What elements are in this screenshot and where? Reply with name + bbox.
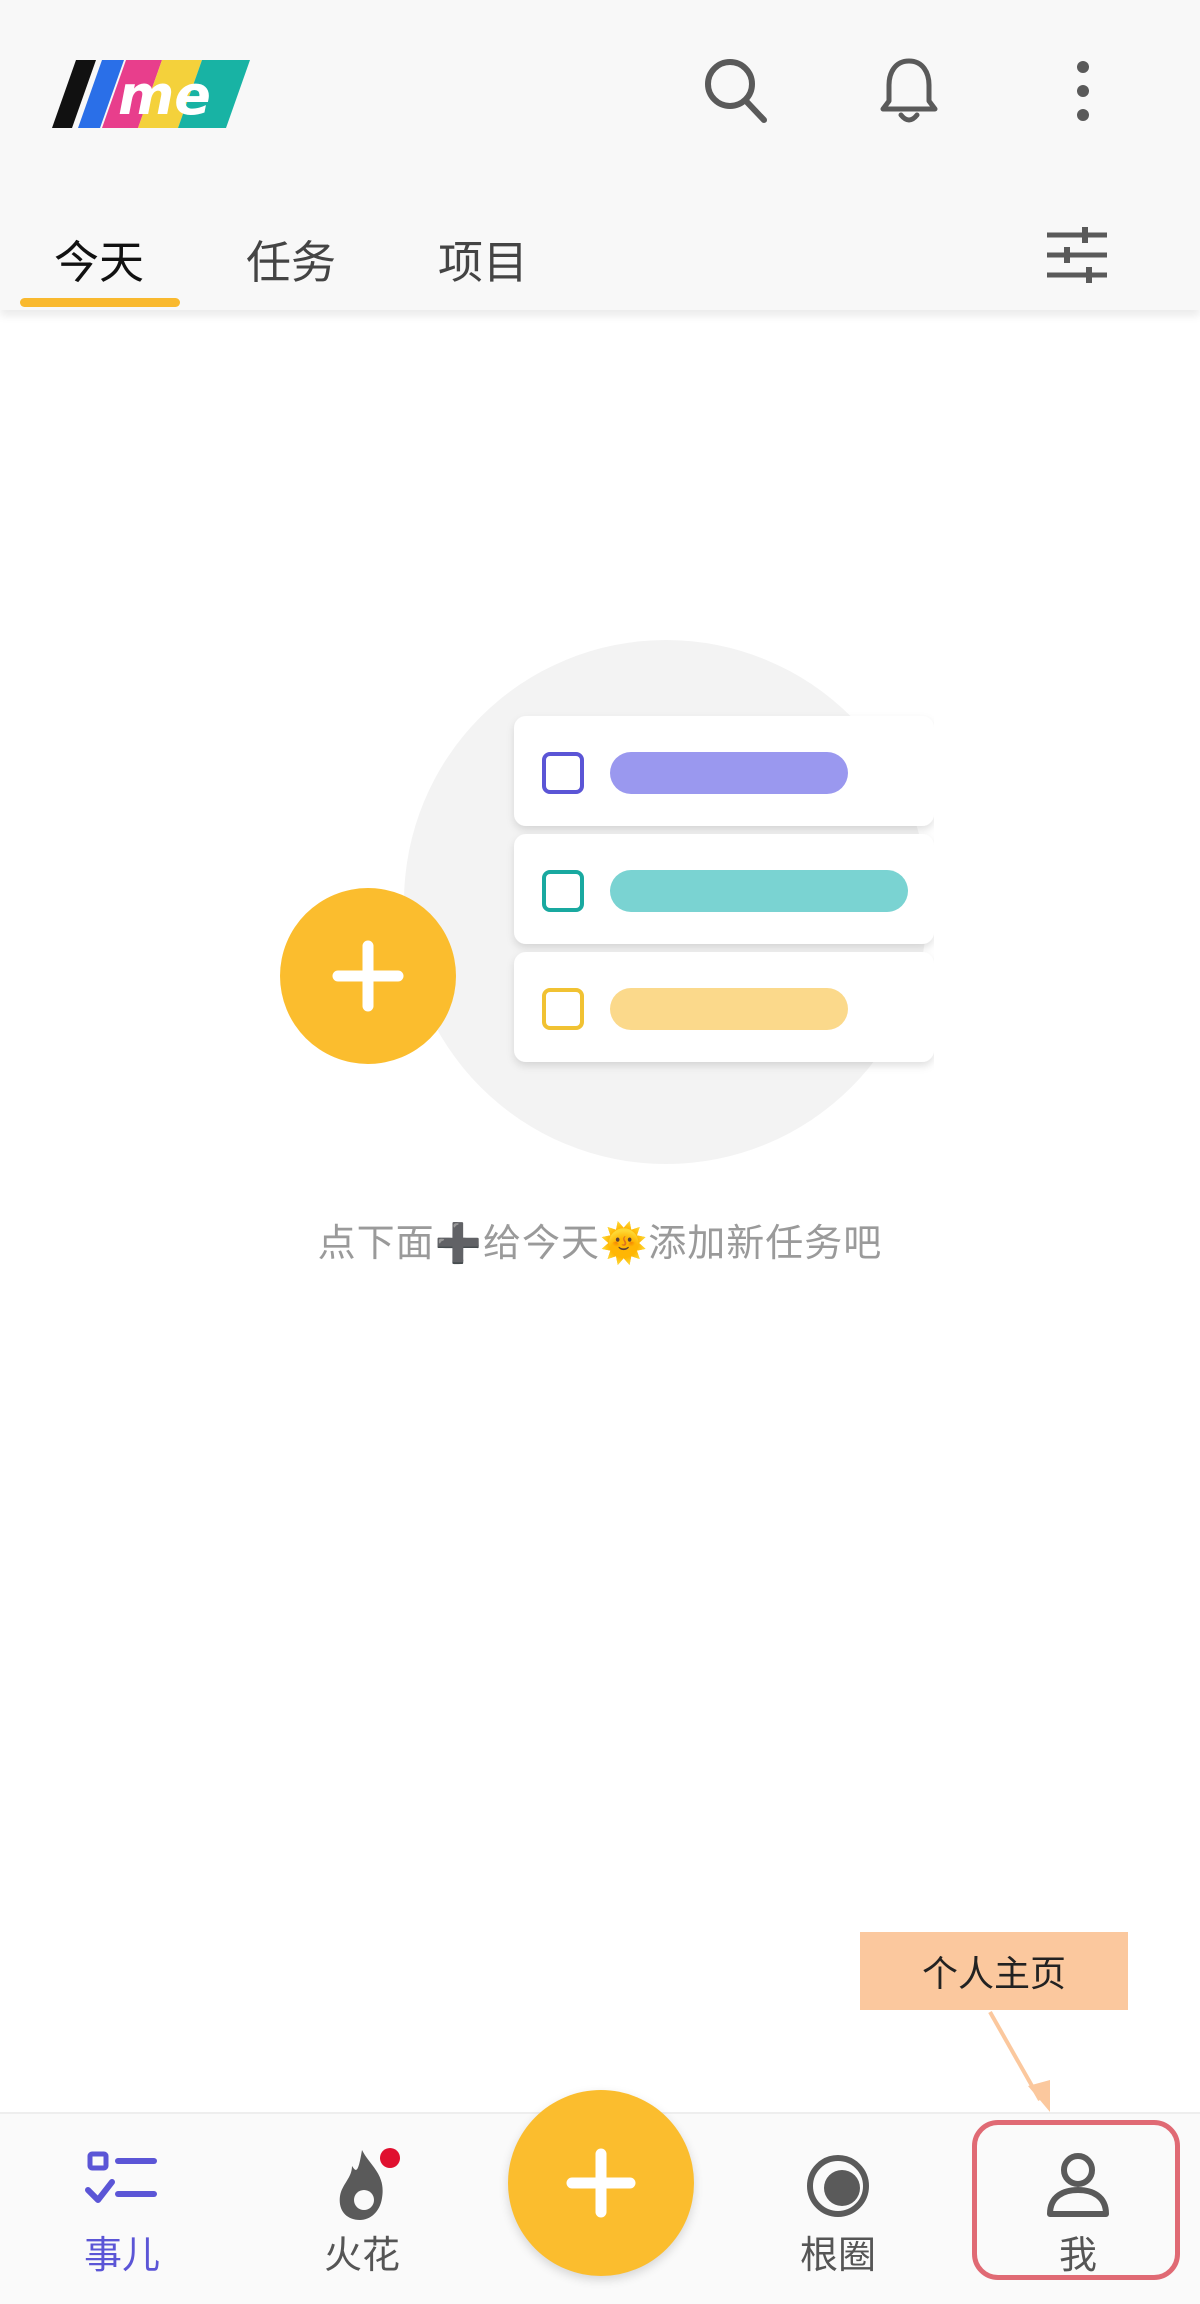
empty-state-message: 点下面➕给今天🌞添加新任务吧 [317,1221,883,1265]
tab-tasks[interactable]: 任务 [246,226,336,291]
nav-item-tasks[interactable]: 事儿 [42,2114,202,2304]
more-options-button[interactable] [1038,46,1128,136]
callout-text: 个人主页 [921,1954,1066,1995]
annotation-highlight-box [972,2120,1180,2280]
more-vert-icon [1077,61,1089,121]
notifications-button[interactable] [864,46,954,136]
bell-icon [880,58,938,123]
nav-item-sparks[interactable]: 火花 [282,2114,442,2304]
empty-tasks-illustration [280,640,940,1164]
filter-sliders-icon [1047,227,1107,283]
tab-today[interactable]: 今天 [54,226,144,291]
filter-button[interactable] [1032,210,1122,300]
circle-ring-icon [807,2155,869,2217]
svg-text:me: me [118,64,211,127]
tab-projects[interactable]: 项目 [438,226,528,291]
search-button[interactable] [690,46,780,136]
nav-item-circles[interactable]: 根圈 [758,2114,918,2304]
nav-label-sparks: 火花 [323,2233,400,2277]
active-tab-indicator [20,298,180,307]
me-logo: me [52,60,250,128]
callout-arrow [988,2011,1050,2112]
annotation-callout: 个人主页 [860,1932,1128,2010]
task-list-icon [85,2151,157,2203]
flame-icon [339,2148,400,2220]
search-icon [705,59,767,123]
add-task-fab[interactable] [508,2090,694,2276]
nav-label-tasks: 事儿 [83,2233,160,2277]
nav-label-circles: 根圈 [799,2233,876,2277]
app-header: me 今天 任务 项目 [0,0,1200,310]
plus-icon [566,2148,636,2218]
